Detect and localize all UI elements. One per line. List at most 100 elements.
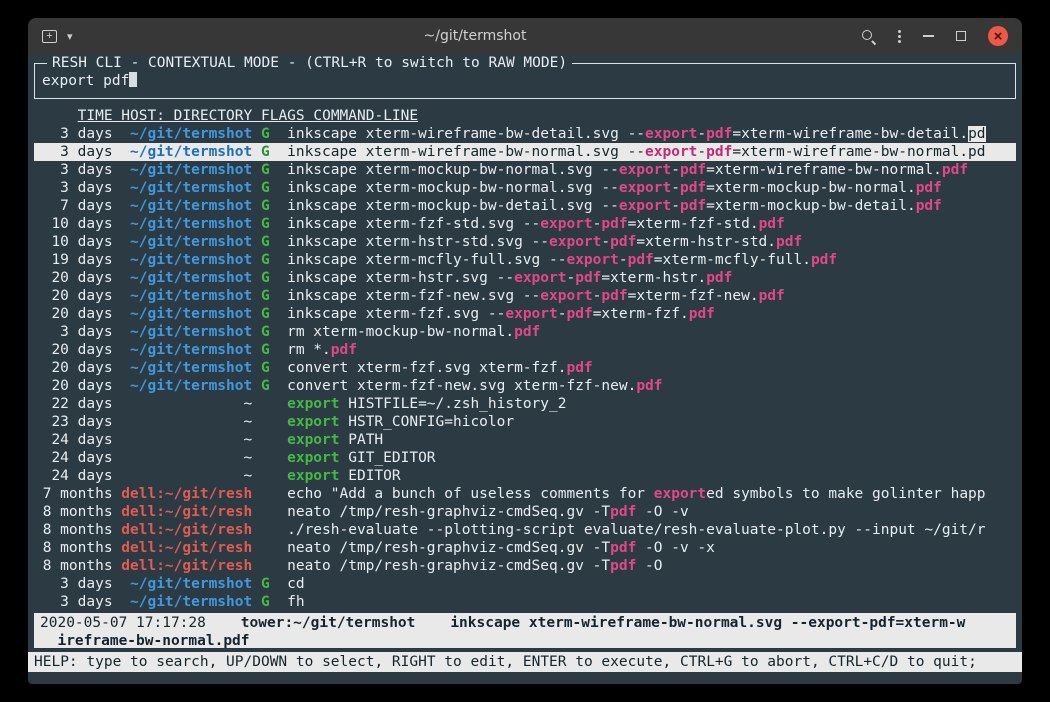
history-row[interactable]: 3 days~/git/termshotGfh xyxy=(34,593,1016,611)
row-time: 3 days xyxy=(34,143,113,161)
history-row[interactable]: 8 monthsdell:~/git/reshneato /tmp/resh-g… xyxy=(34,539,1016,557)
row-host: dell:~/git/resh xyxy=(121,521,252,539)
row-flags: G xyxy=(261,593,278,611)
terminal-content: RESH CLI - CONTEXTUAL MODE - (CTRL+R to … xyxy=(28,54,1022,648)
row-time: 22 days xyxy=(34,395,113,413)
detail-line1: 2020-05-07 17:17:28 tower:~/git/termshot… xyxy=(40,614,1010,632)
text-segment: pdf xyxy=(689,306,715,322)
text-segment: convert xterm-fzf-new.svg xterm-fzf-new. xyxy=(287,378,636,394)
text-segment: - xyxy=(566,270,575,286)
text-segment: inkscape xterm-hstr.svg -- xyxy=(287,270,514,286)
history-row[interactable]: 3 days~/git/termshotGinkscape xterm-mock… xyxy=(34,161,1016,179)
text-segment: -O -v xyxy=(636,504,688,520)
history-row[interactable]: 20 days~/git/termshotGinkscape xterm-fzf… xyxy=(34,305,1016,323)
history-rows: 3 days ~/git/termshot Ginkscape xterm-wire… xyxy=(34,125,1016,611)
row-host: dell:~/git/resh xyxy=(121,485,252,503)
history-row[interactable]: 10 days~/git/termshotGinkscape xterm-fzf… xyxy=(34,215,1016,233)
row-host: ~/git/termshot xyxy=(121,179,252,197)
history-row[interactable]: 8 monthsdell:~/git/reshneato /tmp/resh-g… xyxy=(34,557,1016,575)
row-flags: G xyxy=(261,377,278,395)
text-segment: export xyxy=(505,306,557,322)
row-flags xyxy=(261,485,278,503)
row-command: export GIT_EDITOR xyxy=(287,449,1016,467)
history-row[interactable]: 24 days~export PATH xyxy=(34,431,1016,449)
row-flags xyxy=(261,467,278,485)
row-flags: G xyxy=(261,287,278,305)
history-row[interactable]: 7 monthsdell:~/git/reshecho "Add a bunch… xyxy=(34,485,1016,503)
desktop: { "window": { "title": "~/git/termshot",… xyxy=(0,18,1050,702)
history-row[interactable]: 3 days~/git/termshotGinkscape xterm-wire… xyxy=(34,125,1016,143)
header-text: TIME HOST: DIRECTORY FLAGS COMMAND-LINE xyxy=(78,108,418,124)
text-segment: - xyxy=(697,126,706,142)
close-button[interactable]: × xyxy=(988,26,1008,46)
row-command: echo "Add a bunch of useless comments fo… xyxy=(287,485,1016,503)
text-segment: pdf xyxy=(776,234,802,250)
history-row[interactable]: 3 days~/git/termshotGcd xyxy=(34,575,1016,593)
history-row[interactable]: 23 days~export HSTR_CONFIG=hicolor xyxy=(34,413,1016,431)
history-row[interactable]: 19 days~/git/termshotGinkscape xterm-mcf… xyxy=(34,251,1016,269)
row-time: 20 days xyxy=(34,341,113,359)
history-row[interactable]: 20 days~/git/termshotGrm *.pdf xyxy=(34,341,1016,359)
text-segment: - xyxy=(697,144,706,160)
row-flags: G xyxy=(261,161,278,179)
text-segment: pdf xyxy=(610,558,636,574)
search-box[interactable]: RESH CLI - CONTEXTUAL MODE - (CTRL+R to … xyxy=(34,63,1016,99)
text-segment: =xterm-wireframe-bw-normal.pd xyxy=(732,144,985,160)
row-flags: G xyxy=(261,305,278,323)
text-segment: inkscape xterm-fzf-std.svg -- xyxy=(287,216,540,232)
row-command: inkscape xterm-wireframe-bw-detail.svg -… xyxy=(287,125,1016,143)
history-row[interactable]: 24 days~export GIT_EDITOR xyxy=(34,449,1016,467)
text-segment: =xterm-hstr-std. xyxy=(636,234,776,250)
history-row[interactable]: 20 days~/git/termshotGinkscape xterm-fzf… xyxy=(34,287,1016,305)
text-segment: export xyxy=(540,216,592,232)
query-input[interactable]: export pdf xyxy=(42,73,129,89)
text-segment: inkscape xterm-mockup-bw-normal.svg -- xyxy=(287,162,619,178)
row-host: ~/git/termshot xyxy=(121,233,252,251)
history-row[interactable]: 10 days~/git/termshotGinkscape xterm-hst… xyxy=(34,233,1016,251)
row-time: 3 days xyxy=(34,125,113,143)
text-segment: export xyxy=(619,162,671,178)
history-row[interactable]: 8 monthsdell:~/git/resh./resh-evaluate -… xyxy=(34,521,1016,539)
text-segment: pdf xyxy=(566,360,592,376)
text-segment: pdf xyxy=(706,126,732,142)
text-segment: inkscape xterm-mockup-bw-detail.svg -- xyxy=(287,198,619,214)
selected-detail: 2020-05-07 17:17:28 tower:~/git/termshot… xyxy=(34,613,1016,648)
text-segment: =xterm-fzf. xyxy=(593,306,689,322)
text-segment: =xterm-mcfly-full. xyxy=(654,252,811,268)
row-command: inkscape xterm-fzf.svg --export-pdf=xter… xyxy=(287,305,1016,323)
menu-button[interactable] xyxy=(898,28,901,45)
row-command: neato /tmp/resh-graphviz-cmdSeq.gv -Tpdf… xyxy=(287,503,1016,521)
history-row[interactable]: 24 days~export EDITOR xyxy=(34,467,1016,485)
text-segment: - xyxy=(619,252,628,268)
history-row[interactable]: 8 monthsdell:~/git/reshneato /tmp/resh-g… xyxy=(34,503,1016,521)
row-command: inkscape xterm-hstr.svg --export-pdf=xte… xyxy=(287,269,1016,287)
history-row[interactable]: 3 days~/git/termshotGinkscape xterm-wire… xyxy=(34,143,1016,161)
history-row[interactable]: 7 days~/git/termshotGinkscape xterm-mock… xyxy=(34,197,1016,215)
row-command: export PATH xyxy=(287,431,1016,449)
history-row[interactable]: 22 days~export HISTFILE=~/.zsh_history_2 xyxy=(34,395,1016,413)
text-segment: pdf xyxy=(706,270,732,286)
text-segment: tower:~/git/termshot xyxy=(241,615,416,631)
history-row[interactable]: 20 days~/git/termshotGconvert xterm-fzf.… xyxy=(34,359,1016,377)
search-button[interactable] xyxy=(861,29,876,44)
terminal-screen[interactable]: RESH CLI - CONTEXTUAL MODE - (CTRL+R to … xyxy=(28,54,1022,684)
row-host: ~ xyxy=(121,413,252,431)
row-host: ~ xyxy=(121,431,252,449)
history-row[interactable]: 3 days~/git/termshotGrm xterm-mockup-bw-… xyxy=(34,323,1016,341)
row-flags: G xyxy=(261,251,278,269)
history-row[interactable]: 20 days~/git/termshotGinkscape xterm-hst… xyxy=(34,269,1016,287)
history-row[interactable]: 20 days~/git/termshotGconvert xterm-fzf-… xyxy=(34,377,1016,395)
row-command: ./resh-evaluate --plotting-script evalua… xyxy=(287,521,1016,539)
row-flags: G xyxy=(261,197,278,215)
search-icon xyxy=(861,29,876,44)
text-segment: pdf xyxy=(916,198,942,214)
new-tab-button[interactable]: + xyxy=(42,30,57,43)
minimize-button[interactable] xyxy=(923,35,934,37)
history-row[interactable]: 3 days~/git/termshotGinkscape xterm-mock… xyxy=(34,179,1016,197)
text-segment: export xyxy=(287,414,339,430)
row-command: inkscape xterm-mockup-bw-normal.svg --ex… xyxy=(287,179,1016,197)
restore-button[interactable] xyxy=(956,31,966,41)
text-segment: echo "Add a bunch of useless comments fo… xyxy=(287,486,654,502)
tab-dropdown-button[interactable]: ▾ xyxy=(67,30,73,43)
row-time: 3 days xyxy=(34,323,113,341)
